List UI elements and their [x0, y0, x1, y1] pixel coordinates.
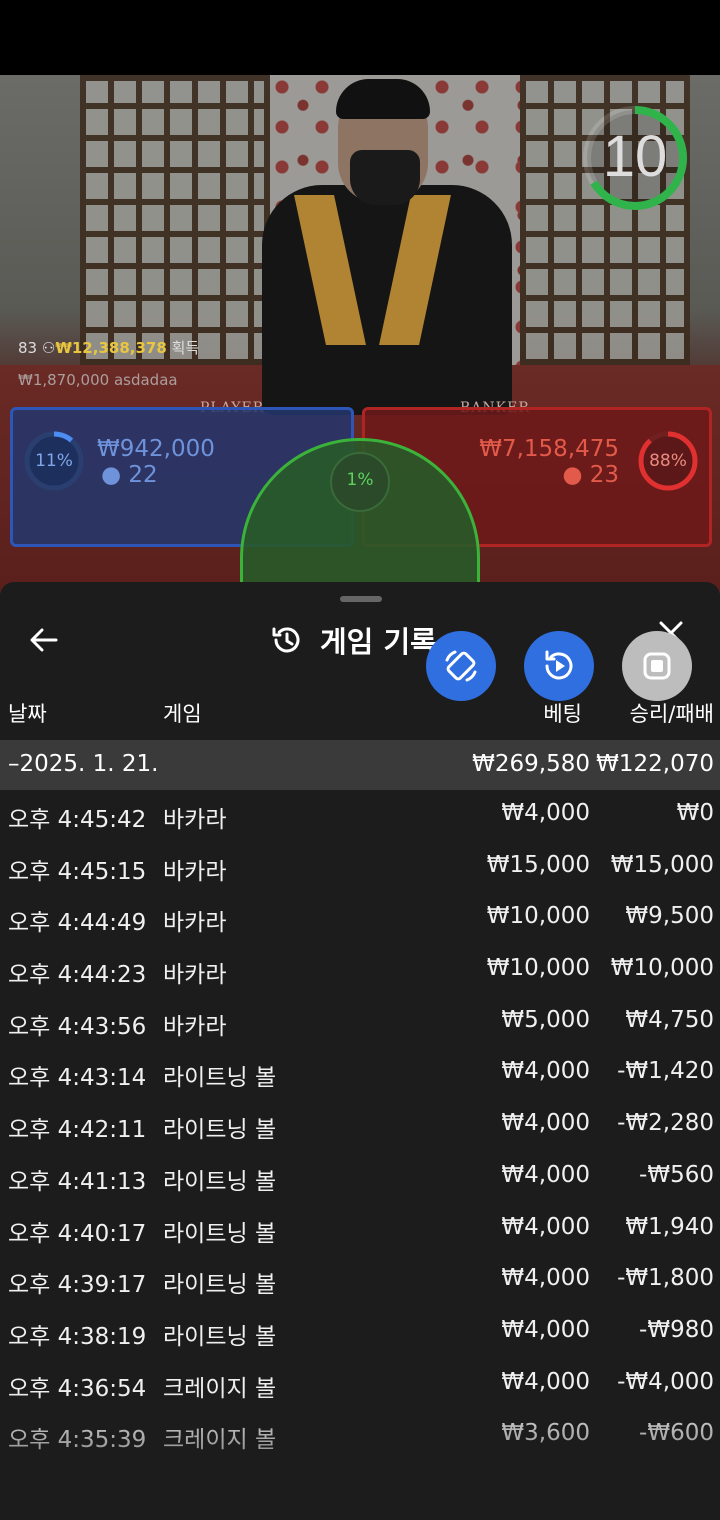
stop-icon [643, 652, 671, 680]
table-row[interactable]: 오후 4:43:56 바카라 ₩5,000 ₩4,750 [0, 997, 720, 1049]
date-group-result-total: ₩122,070 [596, 751, 714, 777]
banker-bet-count: ● 23 [562, 462, 619, 488]
arrow-left-icon [30, 628, 58, 652]
back-button[interactable] [28, 620, 76, 660]
rotate-screen-icon [445, 650, 477, 682]
user-icon: ⚇ [41, 339, 56, 357]
table-row[interactable]: 오후 4:40:17 라이트닝 볼 ₩4,000 ₩1,940 [0, 1204, 720, 1256]
replay-icon [545, 650, 573, 680]
table-row[interactable]: 오후 4:36:54 크레이지 볼 ₩4,000 -₩4,000 [0, 1359, 720, 1411]
page-title: 게임 기록 [320, 625, 437, 659]
game-history-sheet: 게임 기록 날짜 게임 베팅 승리/패배 –2025. 1. 21. ₩269,… [0, 582, 720, 1520]
table-row[interactable]: 오후 4:45:42 바카라 ₩4,000 ₩0 [0, 790, 720, 842]
history-list: 오후 4:45:42 바카라 ₩4,000 ₩0 오후 4:45:15 바카라 ₩15,0… [0, 790, 720, 1462]
banker-percent: 88% [649, 451, 687, 471]
table-row[interactable]: 오후 4:44:49 바카라 ₩10,000 ₩9,500 [0, 893, 720, 945]
player-bet-count: ● 22 [101, 462, 158, 488]
column-header-game: 게임 [163, 702, 202, 726]
user-icon: ● [562, 462, 583, 488]
banker-bet-amount: ₩7,158,475 [479, 436, 619, 462]
sheet-header: 게임 기록 [270, 618, 437, 662]
winners-banner: 83 ⚇₩12,388,378 획득 [18, 339, 200, 357]
history-icon [272, 627, 300, 653]
replay-button[interactable] [524, 631, 594, 701]
date-group-row[interactable]: –2025. 1. 21. ₩269,580 ₩122,070 [0, 740, 720, 790]
countdown-timer: 10 [602, 124, 668, 189]
recent-win-banner: ₩1,870,000 asdadaa [18, 371, 178, 389]
tie-percent: 1% [346, 470, 374, 490]
column-header-result: 승리/패배 [629, 702, 714, 726]
sheet-drag-handle[interactable] [340, 596, 382, 602]
table-row[interactable]: 오후 4:42:11 라이트닝 볼 ₩4,000 -₩2,280 [0, 1100, 720, 1152]
table-row[interactable]: 오후 4:44:23 바카라 ₩10,000 ₩10,000 [0, 945, 720, 997]
table-row[interactable]: 오후 4:45:15 바카라 ₩15,000 ₩15,000 [0, 842, 720, 894]
table-row[interactable]: 오후 4:39:17 라이트닝 볼 ₩4,000 -₩1,800 [0, 1255, 720, 1307]
table-row[interactable]: 오후 4:35:39 크레이지 볼 ₩3,600 -₩600 [0, 1410, 720, 1462]
lattice-screen-left [80, 75, 270, 365]
table-row[interactable]: 오후 4:43:14 라이트닝 볼 ₩4,000 -₩1,420 [0, 1048, 720, 1100]
rotate-screen-button[interactable] [426, 631, 496, 701]
table-row[interactable]: 오후 4:38:19 라이트닝 볼 ₩4,000 -₩980 [0, 1307, 720, 1359]
date-group-bet-total: ₩269,580 [472, 751, 590, 777]
date-group-label: –2025. 1. 21. [8, 751, 159, 777]
column-header-bet: 베팅 [543, 702, 582, 726]
player-bet-amount: ₩942,000 [97, 436, 215, 462]
table-row[interactable]: 오후 4:41:13 라이트닝 볼 ₩4,000 -₩560 [0, 1152, 720, 1204]
player-percent: 11% [35, 451, 73, 471]
user-icon: ● [101, 462, 122, 488]
status-bar [0, 0, 720, 75]
stop-button[interactable] [622, 631, 692, 701]
column-header-date: 날짜 [8, 702, 47, 726]
